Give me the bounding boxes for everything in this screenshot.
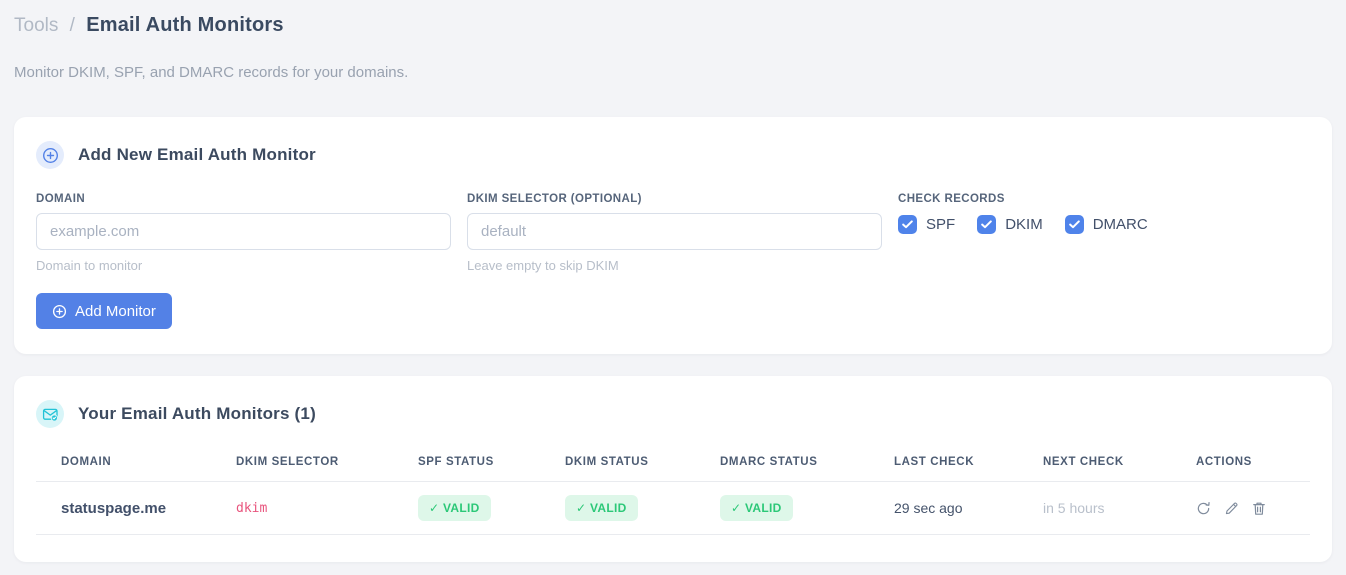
checkbox-dkim-label: DKIM bbox=[1005, 216, 1043, 233]
add-monitor-card-title: Add New Email Auth Monitor bbox=[78, 145, 316, 164]
cell-last-check: 29 sec ago bbox=[869, 481, 1018, 535]
cell-dkim-status: ✓ VALID bbox=[540, 481, 695, 535]
table-header-row: DOMAIN DKIM SELECTOR SPF STATUS DKIM STA… bbox=[36, 448, 1310, 482]
checkbox-dkim[interactable]: DKIM bbox=[977, 215, 1043, 234]
column-header-dmarc-status: DMARC STATUS bbox=[695, 448, 869, 482]
checkbox-dkim-box[interactable] bbox=[977, 215, 997, 234]
cell-dmarc-status: ✓ VALID bbox=[695, 481, 869, 535]
dkim-selector-label: DKIM SELECTOR (OPTIONAL) bbox=[467, 193, 642, 205]
email-check-icon bbox=[36, 400, 64, 428]
column-header-spf-status: SPF STATUS bbox=[393, 448, 540, 482]
checkbox-spf-label: SPF bbox=[926, 216, 956, 233]
checkbox-dmarc-box[interactable] bbox=[1064, 215, 1084, 234]
domain-helper: Domain to monitor bbox=[36, 258, 143, 273]
column-header-last-check: LAST CHECK bbox=[869, 448, 1018, 482]
column-header-domain: DOMAIN bbox=[36, 448, 211, 482]
edit-pencil-icon bbox=[1225, 501, 1238, 514]
checkbox-spf[interactable]: SPF bbox=[898, 215, 955, 234]
check-records-options: SPF DKIM DMARC bbox=[898, 215, 1148, 234]
monitors-card-title: Your Email Auth Monitors (1) bbox=[78, 404, 316, 423]
check-icon bbox=[902, 220, 913, 229]
breadcrumb: Tools / Email Auth Monitors bbox=[14, 0, 1332, 39]
check-records-group: CHECK RECORDS SPF DKIM DMARC bbox=[898, 193, 1148, 234]
page-title: Email Auth Monitors bbox=[86, 14, 284, 36]
page: Tools / Email Auth Monitors Monitor DKIM… bbox=[0, 0, 1346, 562]
column-header-next-check: NEXT CHECK bbox=[1018, 448, 1171, 482]
add-monitor-form: DOMAIN Domain to monitor DKIM SELECTOR (… bbox=[36, 193, 1310, 273]
cell-dkim-selector: dkim bbox=[211, 481, 393, 535]
spf-status-badge: ✓ VALID bbox=[418, 495, 491, 521]
plus-circle-icon bbox=[36, 141, 64, 169]
check-icon bbox=[1068, 220, 1080, 229]
add-monitor-card: Add New Email Auth Monitor DOMAIN Domain… bbox=[14, 117, 1332, 354]
trash-icon bbox=[1253, 502, 1265, 515]
dkim-selector-helper: Leave empty to skip DKIM bbox=[467, 258, 619, 273]
table-row: statuspage.me dkim ✓ VALID ✓ VALID ✓ VAL… bbox=[36, 481, 1310, 535]
domain-field-group: DOMAIN Domain to monitor bbox=[36, 193, 451, 273]
dmarc-status-badge: ✓ VALID bbox=[720, 495, 793, 521]
refresh-button[interactable] bbox=[1196, 501, 1211, 516]
check-records-label: CHECK RECORDS bbox=[898, 193, 1005, 205]
plus-circle-icon bbox=[52, 304, 67, 318]
add-monitor-button-label: Add Monitor bbox=[75, 302, 156, 320]
cell-spf-status: ✓ VALID bbox=[393, 481, 540, 535]
add-monitor-button[interactable]: Add Monitor bbox=[36, 293, 172, 329]
monitors-card: Your Email Auth Monitors (1) DOMAIN DKIM… bbox=[14, 376, 1332, 562]
add-monitor-card-header: Add New Email Auth Monitor bbox=[36, 141, 1310, 169]
check-icon bbox=[981, 220, 992, 229]
refresh-icon bbox=[1197, 501, 1210, 514]
monitors-card-header: Your Email Auth Monitors (1) bbox=[36, 400, 1310, 428]
edit-button[interactable] bbox=[1224, 501, 1239, 516]
domain-input[interactable] bbox=[36, 213, 451, 250]
breadcrumb-tools[interactable]: Tools bbox=[14, 15, 58, 36]
column-header-dkim-status: DKIM STATUS bbox=[540, 448, 695, 482]
checkbox-dmarc[interactable]: DMARC bbox=[1064, 215, 1148, 234]
column-header-dkim-selector: DKIM SELECTOR bbox=[211, 448, 393, 482]
domain-label: DOMAIN bbox=[36, 193, 86, 205]
cell-domain: statuspage.me bbox=[36, 481, 211, 535]
dkim-status-badge: ✓ VALID bbox=[565, 495, 638, 521]
delete-button[interactable] bbox=[1252, 501, 1266, 516]
page-subtitle: Monitor DKIM, SPF, and DMARC records for… bbox=[14, 64, 409, 81]
checkbox-spf-box[interactable] bbox=[898, 215, 917, 234]
monitors-table: DOMAIN DKIM SELECTOR SPF STATUS DKIM STA… bbox=[36, 448, 1310, 535]
dkim-selector-input[interactable] bbox=[467, 213, 882, 250]
checkbox-dmarc-label: DMARC bbox=[1092, 216, 1148, 233]
cell-actions bbox=[1171, 481, 1310, 535]
cell-next-check: in 5 hours bbox=[1018, 481, 1171, 535]
dkim-selector-field-group: DKIM SELECTOR (OPTIONAL) Leave empty to … bbox=[467, 193, 882, 273]
breadcrumb-separator: / bbox=[69, 15, 75, 36]
column-header-actions: ACTIONS bbox=[1171, 448, 1310, 482]
